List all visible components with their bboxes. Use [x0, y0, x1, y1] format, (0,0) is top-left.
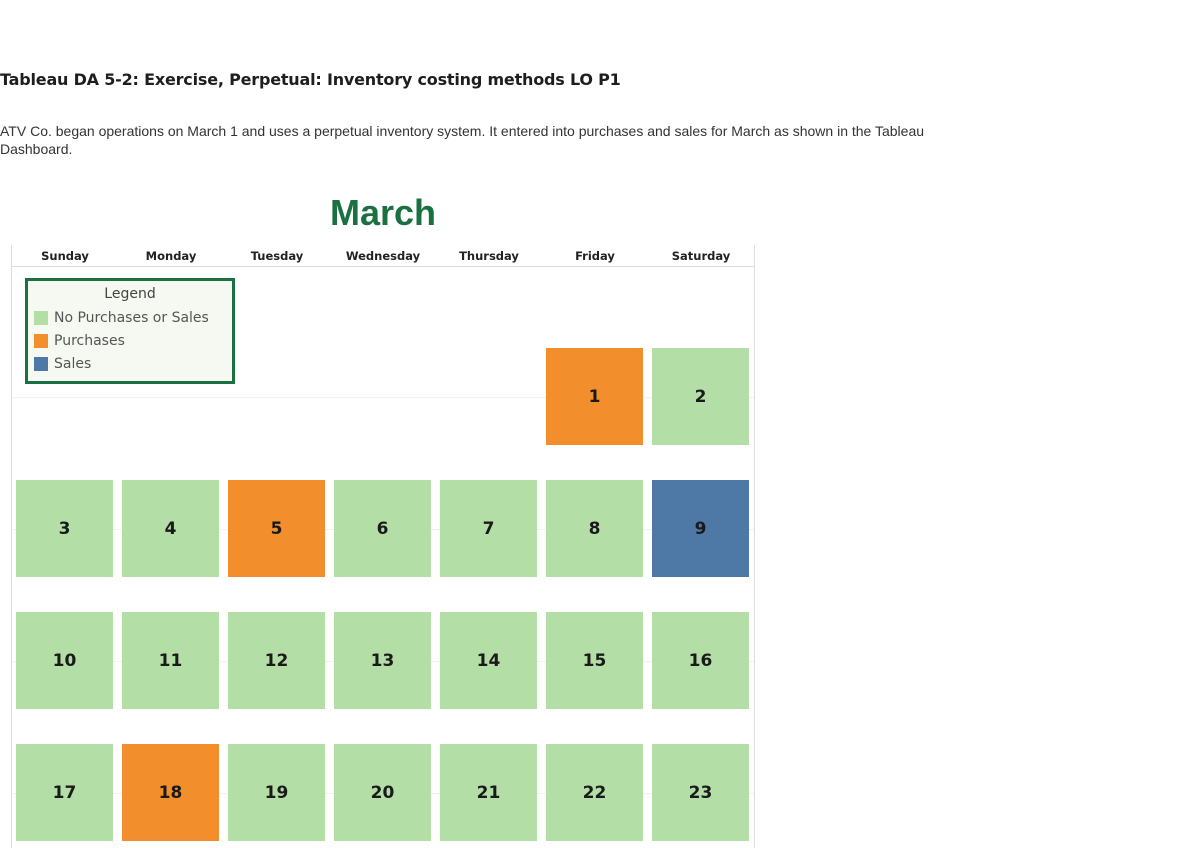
month-title: March — [329, 192, 437, 233]
legend-swatch-none — [34, 311, 48, 325]
legend: Legend No Purchases or Sales Purchases Sal… — [25, 278, 235, 384]
legend-label: No Purchases or Sales — [54, 310, 209, 326]
weekday-header-friday: Friday — [575, 249, 615, 263]
calendar-day-13[interactable]: 13 — [334, 612, 431, 709]
calendar-day-6[interactable]: 6 — [334, 480, 431, 577]
legend-title: Legend — [104, 286, 156, 302]
calendar-day-17[interactable]: 17 — [16, 744, 113, 841]
calendar-day-1[interactable]: 1 — [546, 348, 643, 445]
legend-item-none: No Purchases or Sales — [34, 309, 209, 327]
page-title: Tableau DA 5-2: Exercise, Perpetual: Inv… — [0, 70, 621, 89]
intro-paragraph: ATV Co. began operations on March 1 and … — [0, 123, 925, 157]
calendar-day-3[interactable]: 3 — [16, 480, 113, 577]
calendar-day-18[interactable]: 18 — [122, 744, 219, 841]
weekday-header-monday: Monday — [145, 249, 197, 263]
calendar-grid: Sunday Monday Tuesday Wednesday Thursday Frid… — [11, 245, 755, 848]
legend-swatch-purchases — [34, 334, 48, 348]
weekday-header-tuesday: Tuesday — [250, 249, 304, 263]
calendar-day-22[interactable]: 22 — [546, 744, 643, 841]
calendar-day-16[interactable]: 16 — [652, 612, 749, 709]
calendar-day-8[interactable]: 8 — [546, 480, 643, 577]
legend-label: Sales — [54, 356, 92, 372]
legend-swatch-sales — [34, 357, 48, 371]
calendar-day-15[interactable]: 15 — [546, 612, 643, 709]
legend-label: Purchases — [54, 333, 125, 349]
calendar-day-19[interactable]: 19 — [228, 744, 325, 841]
calendar-day-9[interactable]: 9 — [652, 480, 749, 577]
weekday-header-saturday: Saturday — [671, 249, 731, 263]
calendar-day-14[interactable]: 14 — [440, 612, 537, 709]
calendar-day-5[interactable]: 5 — [228, 480, 325, 577]
calendar-day-21[interactable]: 21 — [440, 744, 537, 841]
calendar-day-12[interactable]: 12 — [228, 612, 325, 709]
calendar-day-20[interactable]: 20 — [334, 744, 431, 841]
calendar-day-4[interactable]: 4 — [122, 480, 219, 577]
weekday-header-row: Sunday Monday Tuesday Wednesday Thursday Frid… — [12, 245, 754, 267]
calendar-day-7[interactable]: 7 — [440, 480, 537, 577]
calendar-day-10[interactable]: 10 — [16, 612, 113, 709]
weekday-header-wednesday: Wednesday — [345, 249, 421, 263]
legend-item-sales: Sales — [34, 355, 91, 373]
calendar-day-2[interactable]: 2 — [652, 348, 749, 445]
calendar-day-11[interactable]: 11 — [122, 612, 219, 709]
tableau-dashboard: March Sunday Monday Tuesday Wednesday Thursd… — [0, 190, 760, 848]
weekday-header-thursday: Thursday — [459, 249, 519, 263]
legend-item-purchases: Purchases — [34, 332, 125, 350]
calendar-day-23[interactable]: 23 — [652, 744, 749, 841]
weekday-header-sunday: Sunday — [41, 249, 89, 263]
